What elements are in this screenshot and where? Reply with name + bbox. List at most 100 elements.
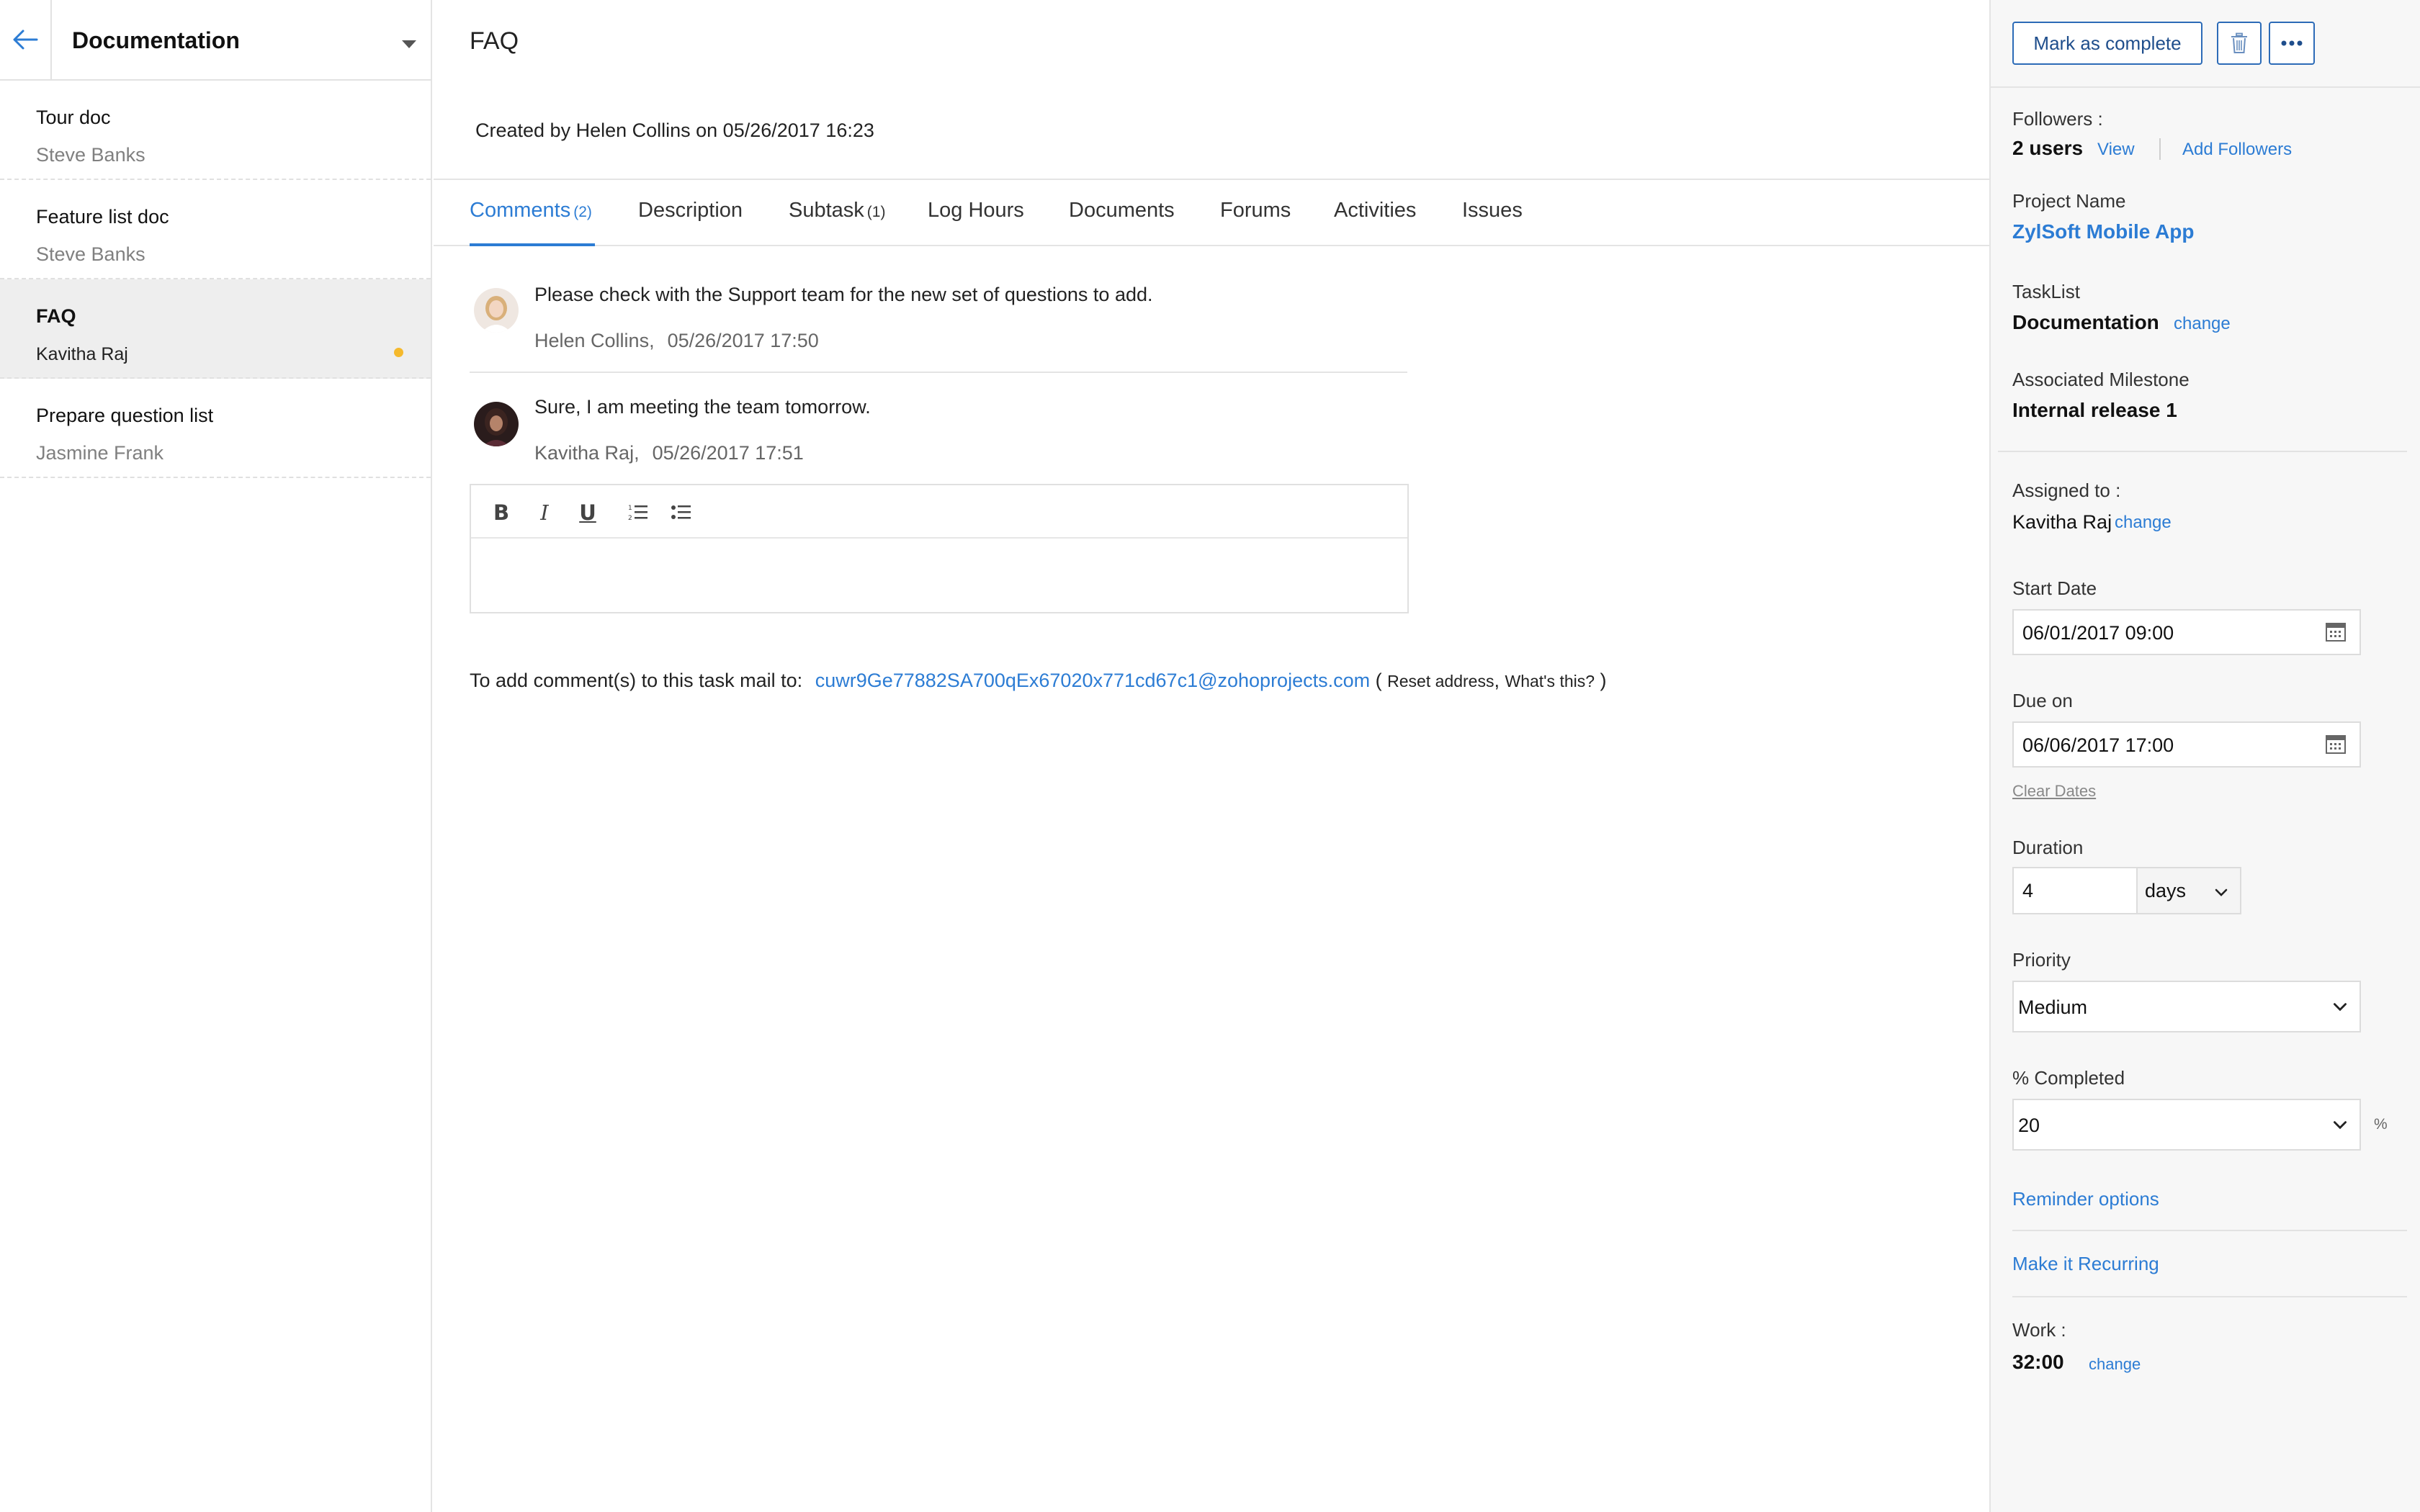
start-date-value: 06/01/2017 09:00 [2022, 622, 2174, 644]
task-item-feature-list-doc[interactable]: Feature list doc Steve Banks [0, 180, 431, 279]
divider [1998, 451, 2407, 452]
delete-button[interactable] [2217, 22, 2262, 65]
tab-label: Description [638, 199, 743, 222]
back-button[interactable] [0, 0, 52, 79]
avatar[interactable] [474, 288, 519, 333]
sidebar-header: Documentation [0, 0, 432, 81]
chevron-down-icon [2334, 1121, 2347, 1130]
tasklist-label: TaskList [2012, 281, 2080, 302]
change-work-link[interactable]: change [2089, 1355, 2141, 1374]
tab-label: Log Hours [928, 199, 1024, 222]
start-date-label: Start Date [2012, 577, 2097, 599]
clear-dates-link[interactable]: Clear Dates [2012, 782, 2096, 801]
page-title: FAQ [470, 27, 519, 55]
separator: , [1494, 670, 1500, 691]
project-label: Project Name [2012, 190, 2126, 212]
tab-activities[interactable]: Activities [1334, 199, 1416, 222]
milestone-label: Associated Milestone [2012, 369, 2190, 390]
project-name-link[interactable]: ZylSoft Mobile App [2012, 220, 2195, 243]
change-assignee-link[interactable]: change [2115, 513, 2172, 533]
task-owner: Kavitha Raj [36, 344, 128, 364]
tab-forums[interactable]: Forums [1220, 199, 1291, 222]
milestone-value: Internal release 1 [2012, 399, 2177, 421]
due-date-value: 06/06/2017 17:00 [2022, 734, 2174, 756]
comment-date: 05/26/2017 17:50 [667, 330, 819, 351]
duration-unit: days [2145, 880, 2187, 901]
comment-textarea[interactable] [471, 540, 1407, 612]
percent-sign: % [2374, 1116, 2388, 1133]
caret-down-icon[interactable] [402, 40, 416, 48]
numbered-list-icon[interactable]: 1 2 [625, 500, 651, 526]
tab-label: Forums [1220, 199, 1291, 222]
priority-select[interactable]: Medium [2012, 981, 2361, 1032]
calendar-icon[interactable] [2325, 621, 2347, 642]
avatar[interactable] [474, 402, 519, 446]
tab-label: Issues [1462, 199, 1523, 222]
italic-button[interactable]: I [532, 500, 557, 526]
percent-completed-select[interactable]: 20 [2012, 1099, 2361, 1151]
tab-label: Activities [1334, 199, 1417, 222]
due-date-field[interactable]: 06/06/2017 17:00 [2012, 721, 2361, 768]
tab-log-hours[interactable]: Log Hours [928, 199, 1024, 222]
task-owner: Jasmine Frank [36, 442, 164, 464]
tab-comments[interactable]: Comments (2) [470, 199, 592, 222]
task-name: Prepare question list [36, 405, 214, 426]
priority-value: Medium [2018, 996, 2088, 1018]
tab-label: Comments [470, 199, 571, 222]
assigned-value: Kavitha Raj [2012, 511, 2112, 533]
action-bar: Mark as complete [1991, 0, 2420, 88]
due-date-label: Due on [2012, 690, 2073, 711]
tab-label: Subtask [789, 199, 864, 222]
bullet-list-icon[interactable] [668, 500, 694, 526]
divider [2159, 138, 2161, 160]
chevron-down-icon [2334, 1003, 2347, 1012]
tab-count: (1) [866, 204, 886, 220]
work-label: Work : [2012, 1319, 2066, 1341]
reminder-options-link[interactable]: Reminder options [2012, 1188, 2159, 1210]
svg-text:2: 2 [628, 515, 632, 522]
percent-completed-value: 20 [2018, 1115, 2040, 1136]
tab-subtask[interactable]: Subtask (1) [789, 199, 885, 222]
reset-address-link[interactable]: Reset address [1387, 672, 1494, 690]
more-dots-icon [2281, 40, 2303, 46]
duration-input[interactable]: 4 [2012, 867, 2138, 914]
paren-close: ) [1600, 670, 1607, 691]
mark-complete-button[interactable]: Mark as complete [2012, 22, 2202, 65]
comment-meta: Kavitha Raj, 05/26/2017 17:51 [534, 442, 804, 464]
tab-documents[interactable]: Documents [1069, 199, 1175, 222]
make-recurring-link[interactable]: Make it Recurring [2012, 1253, 2159, 1275]
comment-text: Sure, I am meeting the team tomorrow. [534, 396, 871, 418]
more-options-button[interactable] [2269, 22, 2315, 65]
tasklist-value: Documentation [2012, 311, 2159, 333]
add-followers-link[interactable]: Add Followers [2182, 140, 2292, 160]
task-list-sidebar: Documentation Tour doc Steve Banks Featu… [0, 0, 432, 1512]
mail-address-link[interactable]: cuwr9Ge77882SA700qEx67020x771cd67c1@zoho… [815, 670, 1370, 691]
calendar-icon[interactable] [2325, 733, 2347, 755]
comment-item: Sure, I am meeting the team tomorrow. Ka… [470, 389, 1407, 475]
underline-button[interactable]: U [575, 500, 601, 526]
tab-description[interactable]: Description [638, 199, 743, 222]
duration-unit-select[interactable]: days [2138, 867, 2241, 914]
work-value: 32:00 [2012, 1351, 2064, 1373]
tasklist-title: Documentation [72, 27, 240, 53]
comment-item: Please check with the Support team for t… [470, 274, 1407, 373]
bold-button[interactable]: B [488, 500, 514, 526]
task-properties-panel: Mark as complete Followers : 2 users Vie… [1989, 0, 2420, 1512]
start-date-field[interactable]: 06/01/2017 09:00 [2012, 609, 2361, 655]
task-owner: Steve Banks [36, 243, 145, 265]
task-item-tour-doc[interactable]: Tour doc Steve Banks [0, 81, 431, 180]
active-tab-indicator [470, 243, 595, 246]
comment-meta: Helen Collins, 05/26/2017 17:50 [534, 330, 819, 352]
comment-text: Please check with the Support team for t… [534, 284, 1153, 305]
editor-toolbar: B I U 1 2 [471, 485, 1407, 539]
task-item-prepare-question-list[interactable]: Prepare question list Jasmine Frank [0, 379, 431, 478]
duration-label: Duration [2012, 837, 2084, 858]
whats-this-link[interactable]: What's this? [1505, 672, 1595, 690]
paren-open: ( [1375, 670, 1382, 691]
tab-issues[interactable]: Issues [1462, 199, 1523, 222]
change-tasklist-link[interactable]: change [2174, 314, 2231, 334]
task-item-faq[interactable]: FAQ Kavitha Raj [0, 279, 431, 379]
divider [2012, 1296, 2407, 1297]
view-followers-link[interactable]: View [2097, 140, 2135, 160]
comment-editor: B I U 1 2 [470, 484, 1409, 613]
